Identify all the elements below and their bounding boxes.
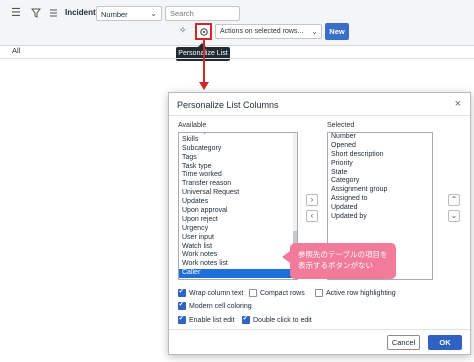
available-label: Available [178, 122, 207, 129]
checkbox-unchecked[interactable] [249, 289, 257, 297]
checkbox-unchecked[interactable] [315, 289, 323, 297]
list-toolbar: ☰ Incidents Number ⌄ ✧ Actions on select… [0, 0, 474, 46]
add-column-button[interactable]: › [306, 194, 318, 206]
cancel-button[interactable]: Cancel [387, 335, 420, 350]
checkbox-checked[interactable] [178, 300, 186, 310]
chevron-down-icon: ⌄ [150, 9, 157, 18]
personalize-list-dialog: Personalize List Columns × Available Sel… [168, 92, 471, 355]
list-option[interactable]: Watch list [179, 243, 297, 252]
list-option[interactable]: Skills [179, 136, 297, 145]
list-option[interactable]: Work notes list [179, 260, 297, 269]
list-option[interactable]: Transfer reason [179, 180, 297, 189]
list-option[interactable]: Updated by [328, 213, 432, 222]
filter-icon[interactable] [31, 8, 41, 21]
list-option[interactable]: Opened [328, 142, 432, 151]
move-up-button[interactable]: ⌃ [448, 194, 460, 206]
list-option[interactable]: Caller [179, 269, 297, 279]
dialog-title: Personalize List Columns [177, 100, 279, 110]
breadcrumb[interactable]: All [12, 46, 20, 55]
list-option[interactable]: Urgency [179, 225, 297, 234]
list-option[interactable]: Universal Request [179, 189, 297, 198]
annotation-callout: 参照先のテーブルの項目を表示するボタンがない [282, 243, 396, 279]
option-modern-cell-coloring[interactable]: Modern cell coloring [178, 300, 252, 310]
option-active-row-highlighting[interactable]: Active row highlighting [315, 289, 396, 297]
ok-button[interactable]: OK [428, 335, 462, 350]
list-option[interactable]: Updated [328, 204, 432, 213]
list-option[interactable]: Tags [179, 154, 297, 163]
search-input[interactable] [165, 6, 240, 21]
list-option[interactable]: Upon reject [179, 216, 297, 225]
list-header-row [0, 58, 474, 66]
list-option[interactable]: Category [328, 177, 432, 186]
chevron-down-icon: ⌄ [311, 27, 318, 36]
option-compact-rows[interactable]: Compact rows [249, 289, 305, 297]
list-option[interactable]: Priority [328, 160, 432, 169]
table-name: Incidents [65, 8, 101, 17]
list-option[interactable]: Time worked [179, 171, 297, 180]
list-option[interactable]: Work notes [179, 251, 297, 260]
list-option[interactable]: Updates [179, 198, 297, 207]
checkbox-checked[interactable] [178, 314, 186, 324]
callout-line [203, 40, 205, 83]
checkbox-checked[interactable] [242, 314, 250, 324]
divider [169, 329, 470, 330]
gear-icon [199, 27, 208, 36]
list-option[interactable]: State [328, 169, 432, 178]
list-option[interactable]: Subcategory [179, 145, 297, 154]
search-field-value: Number [101, 10, 128, 19]
option-wrap-column-text[interactable]: Wrap column text [178, 287, 243, 297]
callout-arrow [199, 82, 209, 90]
list-option[interactable]: Short description [328, 151, 432, 160]
checkbox-checked[interactable] [178, 287, 186, 297]
selected-label: Selected [327, 122, 355, 129]
search-field-select[interactable]: Number ⌄ [96, 6, 162, 21]
move-down-button[interactable]: ⌄ [448, 210, 460, 222]
option-enable-list-edit[interactable]: Enable list edit [178, 314, 235, 324]
available-columns-list[interactable]: SeveritySkillsSubcategoryTagsTask typeTi… [178, 132, 298, 280]
divider [169, 115, 470, 116]
new-button[interactable]: New [325, 23, 349, 40]
list-option[interactable]: Assigned to [328, 195, 432, 204]
list-option[interactable]: Assignment group [328, 186, 432, 195]
list-option[interactable]: User input [179, 234, 297, 243]
sparkle-icon[interactable]: ✧ [179, 26, 187, 35]
list-option[interactable]: Task type [179, 163, 297, 172]
list-option[interactable]: Upon approval [179, 207, 297, 216]
list-icon[interactable] [49, 8, 58, 21]
close-icon[interactable]: × [455, 98, 461, 110]
list-option[interactable]: Number [328, 133, 432, 142]
option-double-click-to-edit[interactable]: Double click to edit [242, 314, 312, 324]
actions-select-value: Actions on selected rows... [220, 28, 304, 35]
hamburger-icon[interactable]: ☰ [11, 8, 21, 19]
actions-select[interactable]: Actions on selected rows... ⌄ [215, 24, 322, 39]
remove-column-button[interactable]: ‹ [306, 210, 318, 222]
personalize-list-button[interactable] [195, 23, 212, 40]
